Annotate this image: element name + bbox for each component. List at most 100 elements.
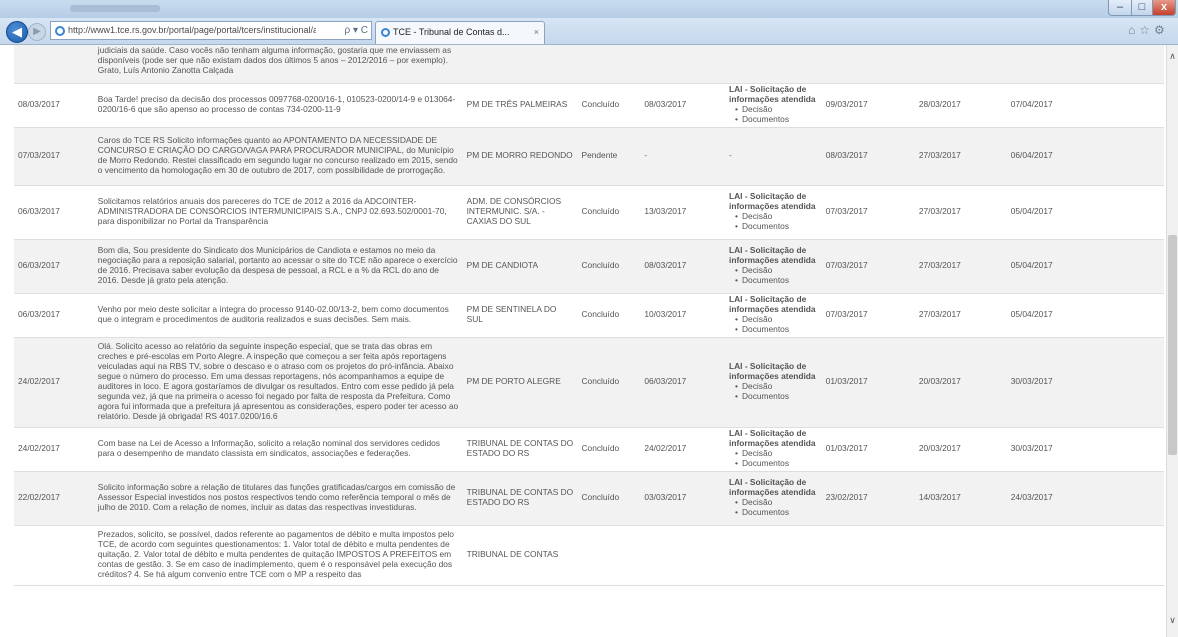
documents-link[interactable]: Documentos xyxy=(735,114,818,125)
status-cell: Pendente xyxy=(577,127,641,186)
back-button[interactable]: ◀ xyxy=(6,21,28,43)
lai-links-list: DecisãoDocumentos xyxy=(729,211,818,232)
response-date-cell: 06/03/2017 xyxy=(640,337,725,428)
extended-deadline-cell: 30/03/2017 xyxy=(1006,427,1164,472)
documents-link[interactable]: Documentos xyxy=(735,324,818,335)
status-cell xyxy=(577,45,641,84)
minimize-button[interactable]: – xyxy=(1108,0,1132,16)
request-message-cell: Prezados, solicito, se possível, dados r… xyxy=(93,525,463,586)
organization-cell xyxy=(462,45,578,84)
scrollbar-thumb[interactable] xyxy=(1168,235,1177,455)
request-message-cell-text: Boa Tarde! preciso da decisão dos proces… xyxy=(97,94,456,114)
date-cell-text: 01/03/2017 xyxy=(825,376,868,387)
lai-cell: LAI - Solicitação de informações atendid… xyxy=(725,185,822,240)
extended-deadline-cell: 05/04/2017 xyxy=(1006,293,1164,338)
organization-cell: TRIBUNAL DE CONTAS xyxy=(462,525,578,586)
request-message-cell: Venho por meio deste solicitar a íntegra… xyxy=(93,293,463,338)
status-cell-text: Concluído xyxy=(581,260,620,271)
scroll-down-icon[interactable]: ∨ xyxy=(1167,615,1178,626)
organization-cell: PM DE SENTINELA DO SUL xyxy=(462,293,578,338)
tab-tce[interactable]: TCE - Tribunal de Contas d... × xyxy=(375,21,545,44)
extended-deadline-cell: 24/03/2017 xyxy=(1006,471,1164,526)
status-cell-text: Concluído xyxy=(581,206,620,217)
organization-cell-text: TRIBUNAL DE CONTAS xyxy=(466,549,559,560)
table-row: 24/02/2017 Olá. Solicito acesso ao relató… xyxy=(14,337,1164,428)
request-date-cell-text: 07/03/2017 xyxy=(18,150,60,161)
response-date-cell xyxy=(640,525,725,586)
lai-status-label: LAI - Solicitação de informações atendid… xyxy=(729,245,816,266)
response-date-cell-text: - xyxy=(644,150,648,161)
window-title xyxy=(70,5,160,12)
documents-link[interactable]: Documentos xyxy=(735,391,818,402)
lai-cell: - xyxy=(725,127,822,186)
response-date-cell: 08/03/2017 xyxy=(640,239,725,294)
lai-status-label: LAI - Solicitação de informações atendid… xyxy=(729,191,816,212)
date-cell: 01/03/2017 xyxy=(821,427,915,472)
close-window-button[interactable]: x xyxy=(1152,0,1176,16)
table-row: judiciais da saúde. Caso vocês não tenha… xyxy=(14,45,1164,84)
request-date-cell xyxy=(14,45,94,84)
extended-deadline-cell: 05/04/2017 xyxy=(1006,185,1164,240)
request-message-cell: judiciais da saúde. Caso vocês não tenha… xyxy=(93,45,463,84)
request-message-cell: Caros do TCE RS Solicito informações qua… xyxy=(93,127,463,186)
date-cell-text: 07/03/2017 xyxy=(825,260,868,271)
request-message-cell-text: judiciais da saúde. Caso vocês não tenha… xyxy=(97,45,452,75)
deadline-cell-text: 27/03/2017 xyxy=(918,260,961,271)
request-date-cell: 22/02/2017 xyxy=(14,471,94,526)
deadline-cell: 27/03/2017 xyxy=(914,239,1007,294)
documents-link[interactable]: Documentos xyxy=(735,275,818,286)
tab-close-icon[interactable]: × xyxy=(534,22,539,42)
lai-cell: LAI - Solicitação de informações atendid… xyxy=(725,471,822,526)
organization-cell-text: PM DE PORTO ALEGRE xyxy=(466,376,561,387)
deadline-cell: 20/03/2017 xyxy=(914,427,1007,472)
request-date-cell-text: 08/03/2017 xyxy=(18,99,60,110)
response-date-cell-text: 08/03/2017 xyxy=(644,99,687,110)
response-date-cell: 08/03/2017 xyxy=(640,83,725,128)
address-url[interactable]: http://www1.tce.rs.gov.br/portal/page/po… xyxy=(68,22,316,39)
status-cell: Concluído xyxy=(577,185,641,240)
table-row: 06/03/2017 Bom dia, Sou presidente do Sin… xyxy=(14,239,1164,294)
response-date-cell-text: 13/03/2017 xyxy=(644,206,687,217)
table-row: 22/02/2017 Solicito informação sobre a re… xyxy=(14,471,1164,526)
home-favorites-settings-icons[interactable]: ⌂☆⚙ xyxy=(1128,23,1169,37)
tab-favicon-icon xyxy=(381,28,390,38)
response-date-cell-text: 10/03/2017 xyxy=(644,309,687,320)
scroll-up-icon[interactable]: ∧ xyxy=(1167,51,1178,62)
address-bar[interactable]: http://www1.tce.rs.gov.br/portal/page/po… xyxy=(50,21,372,40)
organization-cell-text: PM DE MORRO REDONDO xyxy=(466,150,573,161)
documents-link[interactable]: Documentos xyxy=(735,507,818,518)
status-cell-text: Concluído xyxy=(581,492,620,503)
deadline-cell: 27/03/2017 xyxy=(914,293,1007,338)
request-message-cell-text: Venho por meio deste solicitar a íntegra… xyxy=(97,304,449,324)
page-content: judiciais da saúde. Caso vocês não tenha… xyxy=(0,45,1166,637)
lai-cell xyxy=(725,525,822,586)
request-date-cell xyxy=(14,525,94,586)
organization-cell: PM DE PORTO ALEGRE xyxy=(462,337,578,428)
vertical-scrollbar[interactable]: ∧ ∨ xyxy=(1166,45,1178,637)
lai-status-label: LAI - Solicitação de informações atendid… xyxy=(729,428,816,449)
organization-cell: TRIBUNAL DE CONTAS DO ESTADO DO RS xyxy=(462,471,578,526)
date-cell: 07/03/2017 xyxy=(821,185,915,240)
organization-cell: TRIBUNAL DE CONTAS DO ESTADO DO RS xyxy=(462,427,578,472)
ie-page-icon xyxy=(55,25,65,36)
status-cell: Concluído xyxy=(577,83,641,128)
status-cell-text: Concluído xyxy=(581,309,620,320)
documents-link[interactable]: Documentos xyxy=(735,458,818,469)
extended-deadline-cell-text: 07/04/2017 xyxy=(1010,99,1053,110)
request-date-cell: 06/03/2017 xyxy=(14,185,94,240)
deadline-cell: 20/03/2017 xyxy=(914,337,1007,428)
lai-cell: LAI - Solicitação de informações atendid… xyxy=(725,427,822,472)
response-date-cell: 24/02/2017 xyxy=(640,427,725,472)
status-cell: Concluído xyxy=(577,239,641,294)
request-date-cell-text: 22/02/2017 xyxy=(18,492,60,503)
organization-cell-text: PM DE TRÊS PALMEIRAS xyxy=(466,99,568,110)
request-message-cell-text: Prezados, solicito, se possível, dados r… xyxy=(97,529,454,579)
lai-empty-text: - xyxy=(729,150,732,161)
address-search-refresh-icons[interactable]: ρ ▾ C xyxy=(345,22,369,39)
request-message-cell-text: Bom dia, Sou presidente do Sindicato dos… xyxy=(97,245,458,285)
maximize-button[interactable]: □ xyxy=(1131,0,1153,16)
lai-links-list: DecisãoDocumentos xyxy=(729,314,818,335)
forward-button[interactable]: ▶ xyxy=(28,23,46,41)
documents-link[interactable]: Documentos xyxy=(735,221,818,232)
status-cell: Concluído xyxy=(577,471,641,526)
